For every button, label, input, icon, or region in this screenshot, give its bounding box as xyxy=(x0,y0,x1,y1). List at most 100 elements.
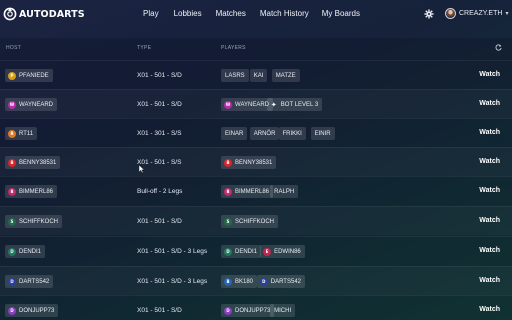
player-name: EDWIN86 xyxy=(274,248,301,255)
user-avatar[interactable] xyxy=(445,8,456,19)
host-chip[interactable]: B BENNY38531 xyxy=(5,156,61,169)
player-chip[interactable]: MICHI xyxy=(270,304,296,317)
player-name: DONJUPP73 xyxy=(235,307,271,314)
table-row[interactable]: R RT11 X01 - 301 - S/S EINAR ARNÖR FRIKKI EINI… xyxy=(0,118,512,147)
host-chip[interactable]: D DENDI1 xyxy=(5,245,46,258)
player-name: BENNY38531 xyxy=(235,159,273,166)
watch-button[interactable]: Watch xyxy=(479,217,500,224)
table-row[interactable]: S SCHIFFKOCH X01 - 501 - S/D S SCHIFFKOCH Wat… xyxy=(0,206,512,235)
avatar: D xyxy=(224,247,232,256)
table-row[interactable]: P PFANIEDE X01 - 501 - S/D LASRS KAI MATZE Wat… xyxy=(0,60,512,89)
watch-button[interactable]: Watch xyxy=(479,71,500,78)
watch-button[interactable]: Watch xyxy=(479,306,500,313)
player-name: FRIKKI xyxy=(282,130,302,137)
game-type: X01 - 501 - S/D xyxy=(137,307,182,314)
nav-link-match-history[interactable]: Match History xyxy=(260,9,309,18)
game-type: X01 - 501 - S/D xyxy=(137,72,182,79)
player-chip[interactable]: B BENNY38531 xyxy=(221,156,277,169)
player-chip[interactable]: W WAYNEARD xyxy=(221,98,274,111)
chevron-down-icon[interactable]: ▾ xyxy=(505,10,508,17)
player-chip[interactable]: ✦ BOT LEVEL 3 xyxy=(266,98,323,111)
player-name: DENDI1 xyxy=(235,248,258,255)
host-name: DENDI1 xyxy=(19,248,42,255)
avatar: R xyxy=(8,129,16,138)
gear-icon[interactable] xyxy=(424,8,434,19)
watch-button[interactable]: Watch xyxy=(479,187,500,194)
avatar: P xyxy=(8,71,16,80)
player-chip[interactable]: EINAR xyxy=(221,127,248,140)
host-name: SCHIFFKOCH xyxy=(19,218,58,225)
host-chip[interactable]: D DONJUPP73 xyxy=(5,304,59,317)
mouse-cursor-icon xyxy=(139,165,145,173)
player-chip[interactable]: EINIR xyxy=(310,127,335,140)
player-chip[interactable]: E EDWIN86 xyxy=(260,245,305,258)
player-name: BK180 xyxy=(235,278,254,285)
watch-button[interactable]: Watch xyxy=(479,129,500,136)
avatar: D xyxy=(8,247,16,256)
host-chip[interactable]: D DARTS542 xyxy=(5,275,54,288)
host-chip[interactable]: R RT11 xyxy=(5,127,38,140)
host-name: WAYNEARD xyxy=(19,101,54,108)
player-name: EINIR xyxy=(314,130,331,137)
host-chip[interactable]: W WAYNEARD xyxy=(5,98,58,111)
table-row[interactable]: W WAYNEARD X01 - 501 - S/D W WAYNEARD ✦ BOT LE… xyxy=(0,89,512,118)
game-type: X01 - 501 - S/D xyxy=(137,218,182,225)
player-chip[interactable]: D DONJUPP73 xyxy=(221,304,275,317)
watch-button[interactable]: Watch xyxy=(479,158,500,165)
player-chip[interactable]: MATZE xyxy=(271,69,300,82)
player-chip[interactable]: LASRS xyxy=(221,69,249,82)
avatar: D xyxy=(224,306,232,315)
table-row[interactable]: D DONJUPP73 X01 - 501 - S/D D DONJUPP73 MICHI… xyxy=(0,295,512,320)
nav-link-play[interactable]: Play xyxy=(143,9,159,18)
host-chip[interactable]: B BIMMERL86 xyxy=(5,185,58,198)
host-chip[interactable]: S SCHIFFKOCH xyxy=(5,215,62,228)
table-row[interactable]: D DENDI1 X01 - 501 - S/D - 3 Legs D DENDI1 E E… xyxy=(0,236,512,265)
watch-button[interactable]: Watch xyxy=(479,100,500,107)
table-row[interactable]: B BIMMERL86 Bull-off - 2 Legs B BIMMERL86 RAL… xyxy=(0,176,512,205)
player-chip[interactable]: KAI xyxy=(249,69,268,82)
player-chip[interactable]: FRIKKI xyxy=(278,127,306,140)
game-type: X01 - 501 - S/D - 3 Legs xyxy=(137,278,208,285)
logo[interactable]: AUTODARTS xyxy=(3,7,85,21)
logo-text: AUTODARTS xyxy=(19,8,85,20)
player-name: MATZE xyxy=(275,72,296,79)
table-row[interactable]: B BENNY38531 X01 - 501 - S/S B BENNY38531 Wat… xyxy=(0,147,512,176)
player-chip[interactable]: RALPH xyxy=(270,185,299,198)
watch-button[interactable]: Watch xyxy=(479,277,500,284)
player-name: DARTS542 xyxy=(270,278,301,285)
watch-button[interactable]: Watch xyxy=(479,247,500,254)
game-type: Bull-off - 2 Legs xyxy=(137,188,183,195)
player-chip[interactable]: D DENDI1 xyxy=(221,245,262,258)
player-chip[interactable]: S SCHIFFKOCH xyxy=(221,215,278,228)
nav-links: Play Lobbies Matches Match History My Bo… xyxy=(139,9,360,18)
avatar: W xyxy=(224,100,232,109)
player-chip[interactable]: ARNÖR xyxy=(249,127,280,140)
nav-link-lobbies[interactable]: Lobbies xyxy=(174,9,202,18)
avatar: B xyxy=(8,158,16,167)
player-chip[interactable]: B BK180 xyxy=(221,275,258,288)
player-chip[interactable]: D DARTS542 xyxy=(256,275,305,288)
avatar: S xyxy=(8,217,16,226)
player-chip[interactable]: B BIMMERL86 xyxy=(221,185,274,198)
player-name: EINAR xyxy=(225,130,244,137)
table-row[interactable]: D DARTS542 X01 - 501 - S/D - 3 Legs B BK180 D… xyxy=(0,266,512,295)
avatar: E xyxy=(263,247,272,256)
nav-link-my-boards[interactable]: My Boards xyxy=(322,9,360,18)
avatar: W xyxy=(8,100,16,109)
header-host: HOST xyxy=(6,45,22,51)
avatar: D xyxy=(8,306,16,315)
refresh-icon[interactable] xyxy=(495,44,502,51)
game-type: X01 - 501 - S/D xyxy=(137,101,182,108)
bot-icon: ✦ xyxy=(270,100,277,109)
top-nav: AUTODARTS Play Lobbies Matches Match His… xyxy=(0,0,512,29)
header-type: TYPE xyxy=(137,45,152,51)
player-name: BOT LEVEL 3 xyxy=(280,101,319,108)
nav-link-matches[interactable]: Matches xyxy=(216,9,246,18)
avatar: B xyxy=(224,277,232,286)
host-name: DONJUPP73 xyxy=(19,307,55,314)
player-name: ARNÖR xyxy=(253,130,276,137)
host-chip[interactable]: P PFANIEDE xyxy=(5,69,53,82)
user-name[interactable]: CREAZY.ETH xyxy=(459,10,502,17)
game-type: X01 - 501 - S/D - 3 Legs xyxy=(137,248,208,255)
player-name: SCHIFFKOCH xyxy=(235,218,274,225)
